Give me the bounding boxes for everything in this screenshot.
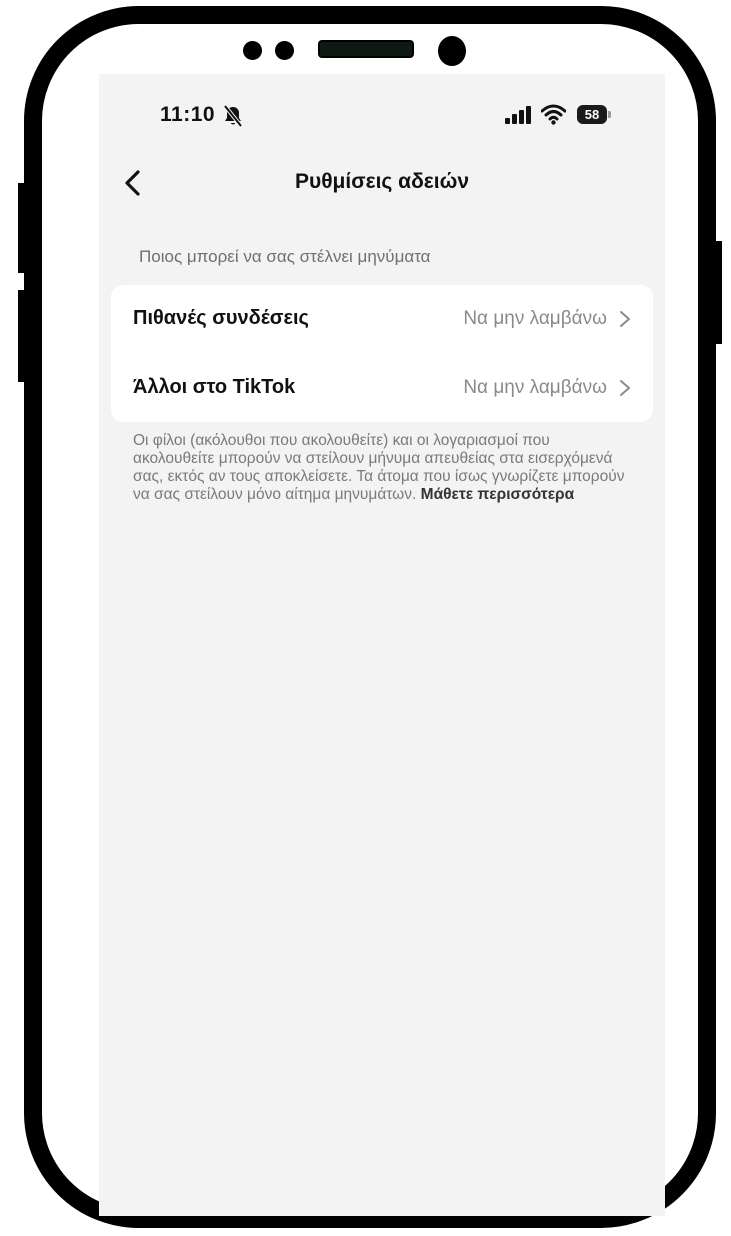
row-value: Να μην λαμβάνω — [463, 308, 607, 329]
front-camera — [438, 36, 466, 66]
section-header: Ποιος μπορεί να σας στέλνει μηνύματα — [139, 247, 431, 266]
bell-off-icon — [223, 105, 243, 127]
settings-card: Πιθανές συνδέσεις Να μην λαμβάνω Άλλοι σ… — [111, 285, 653, 422]
screen: 11:10 58 Ρυθμίσεις αδειών Ποιος μπορεί ν… — [99, 74, 665, 1216]
battery-cap — [608, 111, 611, 118]
status-time: 11:10 — [160, 103, 216, 126]
battery-icon: 58 — [577, 105, 611, 124]
nav-bar: Ρυθμίσεις αδειών — [99, 154, 665, 212]
sensor-dot — [275, 41, 294, 60]
row-others-on-tiktok[interactable]: Άλλοι στο TikTok Να μην λαμβάνω — [111, 354, 653, 422]
row-label: Πιθανές συνδέσεις — [133, 307, 309, 329]
chevron-right-icon — [620, 380, 630, 396]
footnote: Οι φίλοι (ακόλουθοι που ακολουθείτε) και… — [133, 432, 633, 504]
signal-icon — [505, 106, 531, 124]
sensor-dot — [243, 41, 262, 60]
wifi-icon — [541, 104, 566, 125]
canvas: 11:10 58 Ρυθμίσεις αδειών Ποιος μπορεί ν… — [0, 0, 731, 1236]
row-label: Άλλοι στο TikTok — [133, 376, 296, 398]
row-value: Να μην λαμβάνω — [463, 377, 607, 398]
chevron-right-icon — [620, 311, 630, 327]
status-bar: 11:10 58 — [99, 74, 665, 154]
earpiece-speaker — [318, 40, 414, 58]
row-possible-connections[interactable]: Πιθανές συνδέσεις Να μην λαμβάνω — [111, 285, 653, 353]
page-title: Ρυθμίσεις αδειών — [294, 170, 470, 193]
battery-level: 58 — [577, 105, 607, 124]
learn-more-link[interactable]: Μάθετε περισσότερα — [421, 486, 575, 503]
